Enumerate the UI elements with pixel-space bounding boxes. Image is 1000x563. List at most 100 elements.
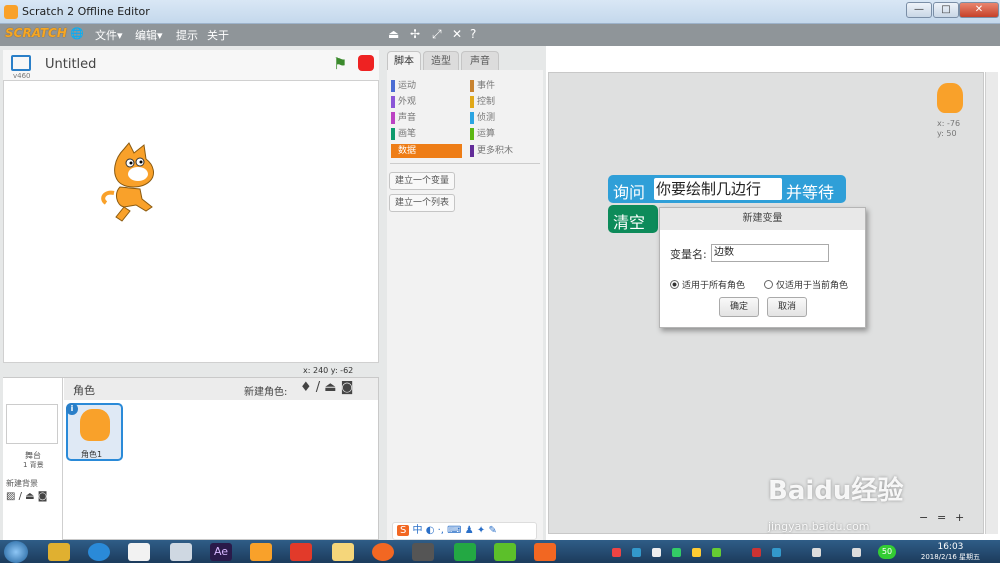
ask-text-field[interactable]: 你要绘制几边行 bbox=[654, 178, 782, 200]
tray-icon-4[interactable] bbox=[672, 548, 681, 557]
sprite-tools-icons[interactable]: ♦ / ⏏ ◙ bbox=[300, 380, 353, 395]
category-data[interactable]: 数据 bbox=[391, 144, 462, 158]
taskbar-app-9[interactable] bbox=[372, 543, 394, 561]
window-titlebar: Scratch 2 Offline Editor — □ ✕ bbox=[0, 0, 1000, 24]
tab-scripts[interactable]: 脚本 bbox=[387, 51, 421, 71]
category-events[interactable]: 事件 bbox=[470, 79, 495, 93]
variable-name-input[interactable]: 边数 bbox=[711, 244, 829, 262]
category-looks[interactable]: 外观 bbox=[391, 95, 416, 109]
help-icon[interactable]: ? bbox=[470, 27, 476, 41]
ask-label: 询问 bbox=[613, 183, 646, 202]
zoom-out-icon[interactable]: − bbox=[919, 511, 928, 524]
taskbar-app-12[interactable] bbox=[494, 543, 516, 561]
presentation-mode-icon[interactable] bbox=[11, 55, 31, 71]
globe-icon[interactable]: 🌐 bbox=[70, 27, 84, 40]
tray-icon-2[interactable] bbox=[632, 548, 641, 557]
start-button[interactable] bbox=[4, 541, 28, 563]
category-motion[interactable]: 运动 bbox=[391, 79, 416, 93]
clock[interactable]: 16:03 2018/2/16 星期五 bbox=[921, 542, 980, 562]
taskbar-app-10[interactable] bbox=[412, 543, 434, 561]
cat-thumbnail-icon bbox=[80, 409, 110, 441]
zoom-in-icon[interactable]: + bbox=[955, 511, 964, 524]
info-icon[interactable]: i bbox=[66, 403, 78, 415]
grow-icon[interactable]: ⤢ bbox=[432, 27, 442, 42]
category-operators[interactable]: 运算 bbox=[470, 127, 495, 141]
tray-icon-7[interactable] bbox=[752, 548, 761, 557]
scripts-scrollbar[interactable] bbox=[985, 72, 998, 534]
tray-icon-1[interactable] bbox=[612, 548, 621, 557]
category-control[interactable]: 控制 bbox=[470, 95, 495, 109]
network-icon[interactable] bbox=[852, 548, 861, 557]
backdrop-count: 1 背景 bbox=[23, 461, 44, 469]
tray-badge[interactable]: 50 bbox=[878, 545, 896, 559]
volume-icon[interactable] bbox=[812, 548, 821, 557]
sprite-header: 角色 新建角色: ♦ / ⏏ ◙ bbox=[64, 378, 378, 400]
baidu-watermark-url: jingyan.baidu.com bbox=[768, 520, 870, 533]
green-flag-icon[interactable]: ⚑ bbox=[333, 54, 347, 73]
tab-costumes[interactable]: 造型 bbox=[423, 51, 459, 71]
tray-icon-6[interactable] bbox=[712, 548, 721, 557]
project-name-field[interactable]: Untitled bbox=[45, 57, 96, 72]
taskbar-folder-icon[interactable] bbox=[332, 543, 354, 561]
sprite-x: x: -76 bbox=[937, 119, 961, 128]
ok-button[interactable]: 确定 bbox=[719, 297, 759, 317]
category-pen[interactable]: 画笔 bbox=[391, 127, 416, 141]
taskbar-ie-icon[interactable] bbox=[88, 543, 110, 561]
radio-all-sprites[interactable]: 适用于所有角色 bbox=[670, 278, 745, 291]
version-label: v460 bbox=[13, 72, 31, 80]
taskbar-app-1[interactable] bbox=[48, 543, 70, 561]
ask-and-wait-block[interactable]: 询问 你要绘制几边行 并等待 bbox=[608, 175, 846, 203]
stage-header: v460 Untitled ⚑ bbox=[3, 50, 379, 80]
category-sensing[interactable]: 侦测 bbox=[470, 111, 495, 125]
taskbar-app-7[interactable] bbox=[290, 543, 312, 561]
clock-date: 2018/2/16 星期五 bbox=[920, 553, 980, 561]
cancel-button[interactable]: 取消 bbox=[767, 297, 807, 317]
cut-icon[interactable]: ✢ bbox=[410, 27, 420, 41]
maximize-button[interactable]: □ bbox=[933, 2, 959, 18]
scratch-logo: SCRATCH bbox=[5, 26, 67, 40]
close-button[interactable]: ✕ bbox=[959, 2, 999, 18]
variable-name-label: 变量名: bbox=[670, 248, 707, 261]
taskbar-after-effects-icon[interactable]: Ae bbox=[210, 543, 232, 561]
category-sound[interactable]: 声音 bbox=[391, 111, 416, 125]
cat-sprite[interactable] bbox=[94, 141, 172, 225]
menu-file[interactable]: 文件▾ bbox=[95, 27, 123, 43]
ime-toolbar[interactable]: S 中 ◐ ·, ⌨ ♟ ✦ ✎ bbox=[392, 522, 537, 540]
clear-block[interactable]: 清空 bbox=[608, 205, 658, 233]
stage-column: 舞台 1 背景 新建背景 ▨ / ⏏ ◙ bbox=[3, 378, 63, 540]
menu-about[interactable]: 关于 bbox=[207, 27, 229, 43]
menu-tips[interactable]: 提示 bbox=[176, 27, 198, 43]
minimize-button[interactable]: — bbox=[906, 2, 932, 18]
taskbar-app-11[interactable] bbox=[454, 543, 476, 561]
tray-icon-3[interactable] bbox=[652, 548, 661, 557]
clear-label: 清空 bbox=[613, 213, 646, 232]
taskbar-calculator-icon[interactable] bbox=[170, 543, 192, 561]
stage-canvas[interactable] bbox=[3, 80, 379, 363]
duplicate-stamp-icon[interactable]: ⏏ bbox=[388, 27, 399, 41]
radio-this-sprite[interactable]: 仅适用于当前角色 bbox=[764, 278, 848, 291]
tray-icon-8[interactable] bbox=[772, 548, 781, 557]
stage-thumbnail[interactable] bbox=[6, 404, 58, 444]
taskbar-app-3[interactable] bbox=[128, 543, 150, 561]
make-list-button[interactable]: 建立一个列表 bbox=[389, 194, 456, 212]
wait-label: 并等待 bbox=[786, 183, 835, 202]
backdrop-tools-icons[interactable]: ▨ / ⏏ ◙ bbox=[6, 491, 48, 502]
mouse-coords: x: 240 y: -62 bbox=[303, 366, 354, 375]
sprite-thumbnail[interactable]: i 角色1 bbox=[66, 403, 123, 461]
shrink-icon[interactable]: ✕ bbox=[452, 27, 462, 41]
new-sprite-label: 新建角色: bbox=[244, 387, 288, 398]
make-variable-button[interactable]: 建立一个变量 bbox=[389, 172, 456, 190]
tray-icon-5[interactable] bbox=[692, 548, 701, 557]
tab-sounds[interactable]: 声音 bbox=[461, 51, 499, 71]
category-more-blocks[interactable]: 更多积木 bbox=[470, 144, 513, 158]
sogou-icon: S bbox=[397, 525, 410, 536]
dialog-title: 新建变量 bbox=[660, 208, 865, 230]
taskbar-scratch-icon[interactable] bbox=[250, 543, 272, 561]
zoom-reset-icon[interactable]: = bbox=[937, 511, 946, 524]
menu-edit[interactable]: 编辑▾ bbox=[135, 27, 163, 43]
sprite-name: 角色1 bbox=[81, 450, 103, 459]
sprite-y: y: 50 bbox=[937, 129, 957, 138]
taskbar-app-13[interactable] bbox=[534, 543, 556, 561]
stop-icon[interactable] bbox=[358, 55, 374, 71]
app-icon bbox=[4, 5, 18, 19]
